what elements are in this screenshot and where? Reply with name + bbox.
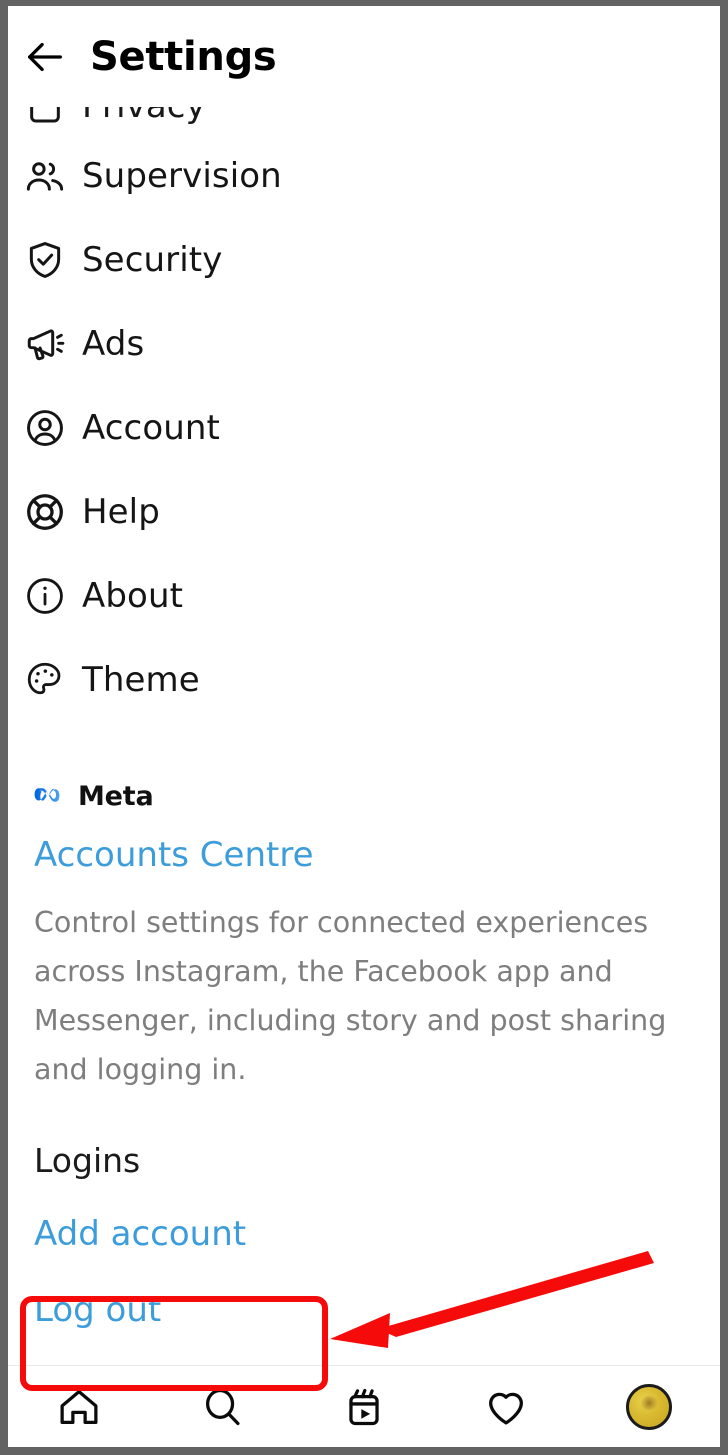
add-account-link[interactable]: Add account [34, 1217, 246, 1251]
account-circle-icon [8, 407, 82, 449]
profile-avatar [625, 1383, 672, 1430]
menu-item-account[interactable]: Account [8, 386, 720, 470]
meta-wordmark: Meta [78, 780, 154, 812]
palette-icon [8, 659, 82, 701]
page-title: Settings [90, 33, 277, 80]
menu-item-label: Supervision [82, 156, 282, 196]
menu-item-ads[interactable]: Ads [8, 302, 720, 386]
nav-item-likes[interactable] [435, 1366, 577, 1448]
nav-item-reels[interactable] [293, 1366, 435, 1448]
page-header: Settings [8, 6, 720, 107]
meta-description: Control settings for connected experienc… [34, 906, 667, 1086]
accounts-centre-link[interactable]: Accounts Centre [34, 838, 314, 872]
menu-item-theme[interactable]: Theme [8, 638, 720, 722]
nav-item-search[interactable] [150, 1366, 292, 1448]
search-icon [205, 1388, 240, 1425]
menu-item-help[interactable]: Help [8, 470, 720, 554]
menu-item-label: Ads [82, 324, 145, 364]
lifebuoy-icon [8, 491, 82, 533]
meta-section: Meta Accounts Centre Control settings fo… [8, 776, 720, 1094]
info-circle-icon [8, 575, 82, 617]
back-button[interactable] [8, 6, 82, 107]
menu-item-label: About [82, 576, 184, 616]
menu-item-label: Account [82, 408, 220, 448]
menu-item-supervision[interactable]: Supervision [8, 134, 720, 218]
home-icon [60, 1389, 98, 1424]
logins-heading: Logins [34, 1141, 141, 1180]
meta-infinity-icon [34, 788, 60, 802]
log-out-link[interactable]: Log out [34, 1293, 161, 1327]
meta-brand: Meta [34, 776, 694, 816]
nav-item-profile[interactable] [578, 1366, 720, 1448]
bottom-navigation-bar [8, 1365, 720, 1447]
two-people-icon [8, 155, 82, 197]
menu-item-security[interactable]: Security [8, 218, 720, 302]
nav-item-home[interactable] [8, 1366, 150, 1448]
settings-menu-list: Supervision Security Ads Account Help Ab… [8, 134, 720, 722]
reels-icon [349, 1388, 379, 1425]
device-screen: Privacy Settings Supervision [8, 6, 720, 1447]
megaphone-icon [8, 323, 82, 365]
menu-item-about[interactable]: About [8, 554, 720, 638]
back-arrow-icon [28, 42, 62, 71]
shield-check-icon [8, 239, 82, 281]
heart-icon [489, 1392, 524, 1425]
menu-item-label: Theme [82, 660, 200, 700]
menu-item-label: Security [82, 240, 223, 280]
logins-section: Logins Add account Log out [8, 1144, 720, 1327]
menu-item-label: Help [82, 492, 160, 532]
